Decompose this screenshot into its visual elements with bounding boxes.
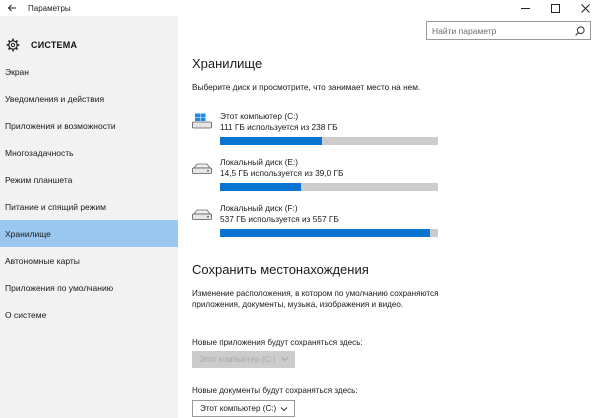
close-button[interactable] [570, 0, 600, 16]
back-button[interactable] [0, 0, 24, 16]
sidebar-item-tablet-mode[interactable]: Режим планшета [0, 166, 178, 193]
sidebar-item-label: О системе [5, 309, 47, 320]
hard-drive-icon [192, 163, 212, 174]
chevron-down-icon [281, 357, 289, 362]
drive-f-item[interactable]: Локальный диск (F:) 537 ГБ используется … [192, 203, 452, 239]
title-bar: Параметры [0, 0, 600, 16]
sidebar: СИСТЕМА Экран Уведомления и действия При… [0, 16, 178, 418]
minimize-button[interactable] [510, 0, 540, 16]
section-title: СИСТЕМА [31, 40, 78, 50]
drive-e-item[interactable]: Локальный диск (E:) 14,5 ГБ используется… [192, 157, 452, 193]
drive-usage-fill [220, 229, 431, 237]
search-icon[interactable] [575, 26, 585, 36]
sidebar-item-label: Хранилище [5, 228, 51, 239]
sidebar-item-storage[interactable]: Хранилище [0, 220, 178, 247]
new-docs-label: Новые документы будут сохраняться здесь: [192, 386, 358, 395]
window-controls [510, 0, 600, 16]
drive-name: Локальный диск (F:) [220, 203, 298, 213]
drive-usage-bar [220, 137, 438, 145]
new-docs-dropdown[interactable]: Этот компьютер (C:) [192, 400, 295, 417]
drive-usage: 14,5 ГБ используется из 39,0 ГБ [220, 168, 344, 178]
sidebar-item-label: Питание и спящий режим [5, 201, 106, 212]
drive-usage-fill [220, 183, 302, 191]
sidebar-item-label: Автономные карты [5, 255, 80, 266]
storage-section: Хранилище Выберите диск и просмотрите, ч… [192, 56, 592, 92]
sidebar-nav: Экран Уведомления и действия Приложения … [0, 58, 178, 328]
search-input[interactable] [427, 25, 567, 36]
search-box [426, 21, 591, 40]
drive-info: Локальный диск (F:) 537 ГБ используется … [220, 203, 339, 225]
drive-c-item[interactable]: Этот компьютер (C:) 111 ГБ используется … [192, 111, 452, 147]
drive-info: Этот компьютер (C:) 111 ГБ используется … [220, 111, 338, 133]
new-apps-label: Новые приложения будут сохраняться здесь… [192, 338, 363, 347]
new-apps-value: Этот компьютер (C:) [199, 355, 276, 364]
save-locations-description: Изменение расположения, в котором по умо… [192, 289, 439, 309]
new-apps-dropdown: Этот компьютер (C:) [192, 351, 295, 368]
page-subtitle: Выберите диск и просмотрите, что занимае… [192, 82, 421, 92]
sidebar-item-default-apps[interactable]: Приложения по умолчанию [0, 274, 178, 301]
sidebar-item-label: Режим планшета [5, 174, 73, 185]
drive-usage-bar [220, 229, 438, 237]
back-arrow-icon [7, 4, 16, 12]
drive-name: Локальный диск (E:) [220, 157, 299, 167]
windows-drive-icon [192, 113, 212, 129]
save-locations-title: Сохранить местонахождения [192, 262, 369, 277]
page-title: Хранилище [192, 56, 263, 71]
new-docs-value: Этот компьютер (C:) [200, 404, 277, 413]
sidebar-item-about[interactable]: О системе [0, 301, 178, 328]
sidebar-item-power-sleep[interactable]: Питание и спящий режим [0, 193, 178, 220]
sidebar-item-label: Уведомления и действия [5, 93, 105, 104]
maximize-icon [550, 3, 560, 13]
drive-usage: 537 ГБ используется из 557 ГБ [220, 214, 339, 224]
sidebar-item-notifications[interactable]: Уведомления и действия [0, 85, 178, 112]
sidebar-item-label: Экран [5, 66, 29, 77]
sidebar-item-multitasking[interactable]: Многозадачность [0, 139, 178, 166]
section-header: СИСТЕМА [6, 38, 77, 52]
close-icon [580, 3, 590, 13]
sidebar-item-display[interactable]: Экран [0, 58, 178, 85]
chevron-down-icon [280, 407, 288, 412]
drive-usage: 111 ГБ используется из 238 ГБ [220, 122, 338, 132]
sidebar-item-offline-maps[interactable]: Автономные карты [0, 247, 178, 274]
gear-icon [6, 38, 20, 52]
drive-usage-fill [220, 137, 322, 145]
sidebar-item-apps-features[interactable]: Приложения и возможности [0, 112, 178, 139]
drive-info: Локальный диск (E:) 14,5 ГБ используется… [220, 157, 343, 179]
sidebar-item-label: Приложения и возможности [5, 120, 116, 131]
sidebar-item-label: Приложения по умолчанию [5, 282, 114, 293]
drive-usage-bar [220, 183, 438, 191]
drive-name: Этот компьютер (C:) [220, 111, 299, 121]
sidebar-item-label: Многозадачность [5, 147, 74, 158]
hard-drive-icon [192, 209, 212, 220]
maximize-button[interactable] [540, 0, 570, 16]
minimize-icon [520, 7, 530, 9]
window-title: Параметры [28, 3, 71, 13]
